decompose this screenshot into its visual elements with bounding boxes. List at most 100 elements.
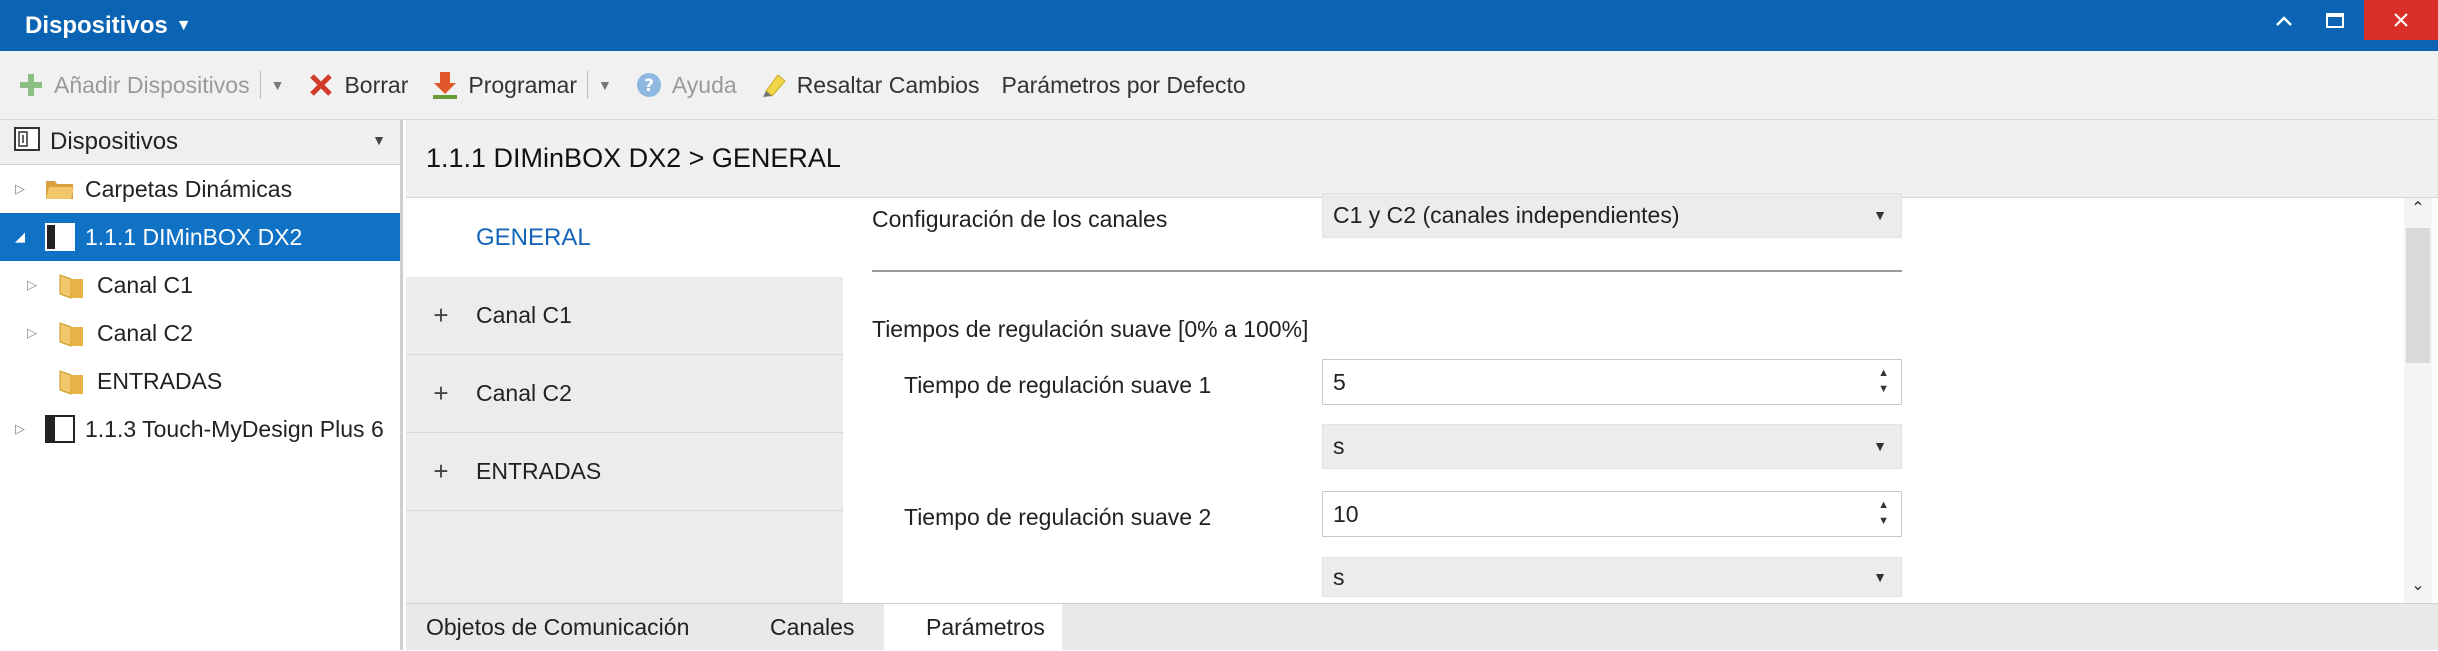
maximize-icon xyxy=(2326,13,2344,28)
bottom-tabs: Objetos de Comunicación Canales Parámetr… xyxy=(406,603,2438,651)
section-divider xyxy=(872,270,1902,272)
devices-panel-header[interactable]: Dispositivos ▼ xyxy=(0,120,400,165)
device-list-icon xyxy=(14,127,40,157)
nav-item-label: GENERAL xyxy=(476,223,591,251)
program-label: Programar xyxy=(468,71,578,98)
nav-item-label: ENTRADAS xyxy=(476,458,602,484)
soft-time-2-unit-select[interactable]: s ▼ xyxy=(1322,557,1902,597)
chevron-down-icon[interactable]: ▼ xyxy=(372,132,386,148)
delete-label: Borrar xyxy=(344,71,409,98)
help-label: Ayuda xyxy=(671,71,737,98)
close-icon xyxy=(2394,13,2408,27)
toolbar-separator xyxy=(259,71,261,99)
tree-item-canal-c1[interactable]: ▷ Canal C1 xyxy=(0,261,400,309)
tab-parameters[interactable]: Parámetros xyxy=(884,604,1062,651)
default-params-button[interactable]: Parámetros por Defecto xyxy=(1001,72,1245,99)
soft-time-2-input[interactable]: 10 ▲ ▼ xyxy=(1322,491,1902,537)
add-devices-label: Añadir Dispositivos xyxy=(54,71,250,98)
tree-item-label: 1.1.1 DIMinBOX DX2 xyxy=(85,223,303,250)
soft-time-1-unit-select[interactable]: s ▼ xyxy=(1322,424,1902,469)
chevron-down-icon: ▼ xyxy=(1873,207,1887,223)
main-area: 1.1.1 DIMinBOX DX2 > GENERAL GENERAL + C… xyxy=(406,120,2438,651)
tab-label: Canales xyxy=(770,614,855,640)
minimize-button[interactable] xyxy=(2260,0,2308,42)
parameter-nav: GENERAL + Canal C1 + Canal C2 + ENTRADAS xyxy=(406,198,846,603)
folder-open-icon xyxy=(45,177,75,201)
tree-item-label: 1.1.3 Touch-MyDesign Plus 6 xyxy=(85,415,384,442)
input-value: 5 xyxy=(1333,368,1346,395)
nav-item-entradas[interactable]: + ENTRADAS xyxy=(406,433,843,511)
soft-time-1-input[interactable]: 5 ▲ ▼ xyxy=(1322,359,1902,405)
toolbar: Añadir Dispositivos ▼ Borrar Programar ▼… xyxy=(0,51,2438,120)
folder-icon xyxy=(57,273,87,299)
help-button[interactable]: ? Ayuda xyxy=(634,70,737,100)
expand-icon[interactable]: ▷ xyxy=(27,277,37,293)
tree-item-diminbox[interactable]: ◢ 1.1.1 DIMinBOX DX2 xyxy=(0,213,400,261)
expand-plus-icon[interactable]: + xyxy=(406,300,476,331)
expand-icon[interactable]: ▷ xyxy=(15,421,25,437)
maximize-button[interactable] xyxy=(2311,0,2359,42)
highlight-changes-button[interactable]: Resaltar Cambios xyxy=(759,70,980,100)
scroll-up-icon[interactable]: ⌃ xyxy=(2404,198,2432,226)
highlight-changes-label: Resaltar Cambios xyxy=(796,71,980,98)
collapse-arrow-icon[interactable]: ◢ xyxy=(15,229,25,245)
devices-panel-title: Dispositivos xyxy=(50,128,179,155)
vertical-scrollbar[interactable]: ⌃ ⌄ xyxy=(2404,198,2432,603)
breadcrumb-text: 1.1.1 DIMinBOX DX2 > GENERAL xyxy=(426,143,841,173)
expand-icon[interactable]: ▷ xyxy=(27,325,37,341)
chevron-down-icon: ▼ xyxy=(1873,569,1887,585)
tree-item-dynamic-folders[interactable]: ▷ Carpetas Dinámicas xyxy=(0,165,400,213)
window-title-menu[interactable]: Dispositivos ▼ xyxy=(25,12,192,40)
spinner-icon[interactable]: ▲ ▼ xyxy=(1878,497,1889,529)
scroll-thumb[interactable] xyxy=(2406,228,2430,363)
expand-icon[interactable]: ▷ xyxy=(15,181,25,197)
tree-item-touch-mydesign[interactable]: ▷ 1.1.3 Touch-MyDesign Plus 6 xyxy=(0,405,400,453)
program-dropdown-icon[interactable]: ▼ xyxy=(598,77,612,93)
add-devices-dropdown-icon[interactable]: ▼ xyxy=(271,77,285,93)
window-title: Dispositivos xyxy=(25,12,168,39)
tree-item-label: Canal C2 xyxy=(97,319,193,346)
tab-comm-objects[interactable]: Objetos de Comunicación xyxy=(426,604,689,651)
highlighter-icon xyxy=(759,70,789,100)
close-button[interactable] xyxy=(2364,0,2438,40)
expand-plus-icon[interactable]: + xyxy=(406,456,476,487)
soft-dimming-section-title: Tiempos de regulación suave [0% a 100%] xyxy=(872,316,1309,342)
input-value: 10 xyxy=(1333,500,1359,527)
spinner-icon[interactable]: ▲ ▼ xyxy=(1878,365,1889,397)
soft-time-2-label: Tiempo de regulación suave 2 xyxy=(904,504,1212,530)
select-value: s xyxy=(1333,563,1345,590)
tree-item-canal-c2[interactable]: ▷ Canal C2 xyxy=(0,309,400,357)
select-value: s xyxy=(1333,433,1345,459)
nav-item-general[interactable]: GENERAL xyxy=(406,198,846,277)
scroll-down-icon[interactable]: ⌄ xyxy=(2404,575,2432,603)
download-icon xyxy=(430,70,460,100)
tab-channels[interactable]: Canales xyxy=(770,604,854,651)
devices-panel: Dispositivos ▼ ▷ Carpetas Dinámicas ◢ 1.… xyxy=(0,120,403,650)
parameters-content: Configuración de los canales C1 y C2 (ca… xyxy=(846,193,2438,603)
expand-plus-icon[interactable]: + xyxy=(406,378,476,409)
collapse-icon xyxy=(2276,16,2292,26)
default-params-label: Parámetros por Defecto xyxy=(1001,71,1246,98)
channels-config-dropdown[interactable]: C1 y C2 (canales independientes) ▼ xyxy=(1322,193,1902,238)
plus-icon xyxy=(16,70,46,100)
delete-icon xyxy=(306,70,336,100)
title-bar: Dispositivos ▼ xyxy=(0,0,2438,51)
svg-text:?: ? xyxy=(644,76,654,96)
channels-config-label: Configuración de los canales xyxy=(872,206,1168,232)
device-icon xyxy=(45,415,75,443)
tree-item-label: Canal C1 xyxy=(97,271,193,298)
chevron-down-icon: ▼ xyxy=(175,17,192,34)
nav-item-canal-c2[interactable]: + Canal C2 xyxy=(406,355,843,433)
select-value: C1 y C2 (canales independientes) xyxy=(1333,202,1680,228)
nav-item-label: Canal C2 xyxy=(476,380,572,406)
tree-item-label: Carpetas Dinámicas xyxy=(85,175,293,202)
delete-button[interactable]: Borrar xyxy=(306,70,408,100)
tab-label: Objetos de Comunicación xyxy=(426,614,690,640)
add-devices-button[interactable]: Añadir Dispositivos xyxy=(16,70,250,100)
folder-icon xyxy=(57,321,87,347)
tree-item-entradas[interactable]: ENTRADAS xyxy=(0,357,400,405)
breadcrumb: 1.1.1 DIMinBOX DX2 > GENERAL xyxy=(406,120,2438,198)
chevron-down-icon: ▼ xyxy=(1873,438,1887,454)
nav-item-canal-c1[interactable]: + Canal C1 xyxy=(406,277,843,355)
program-button[interactable]: Programar xyxy=(430,70,577,100)
